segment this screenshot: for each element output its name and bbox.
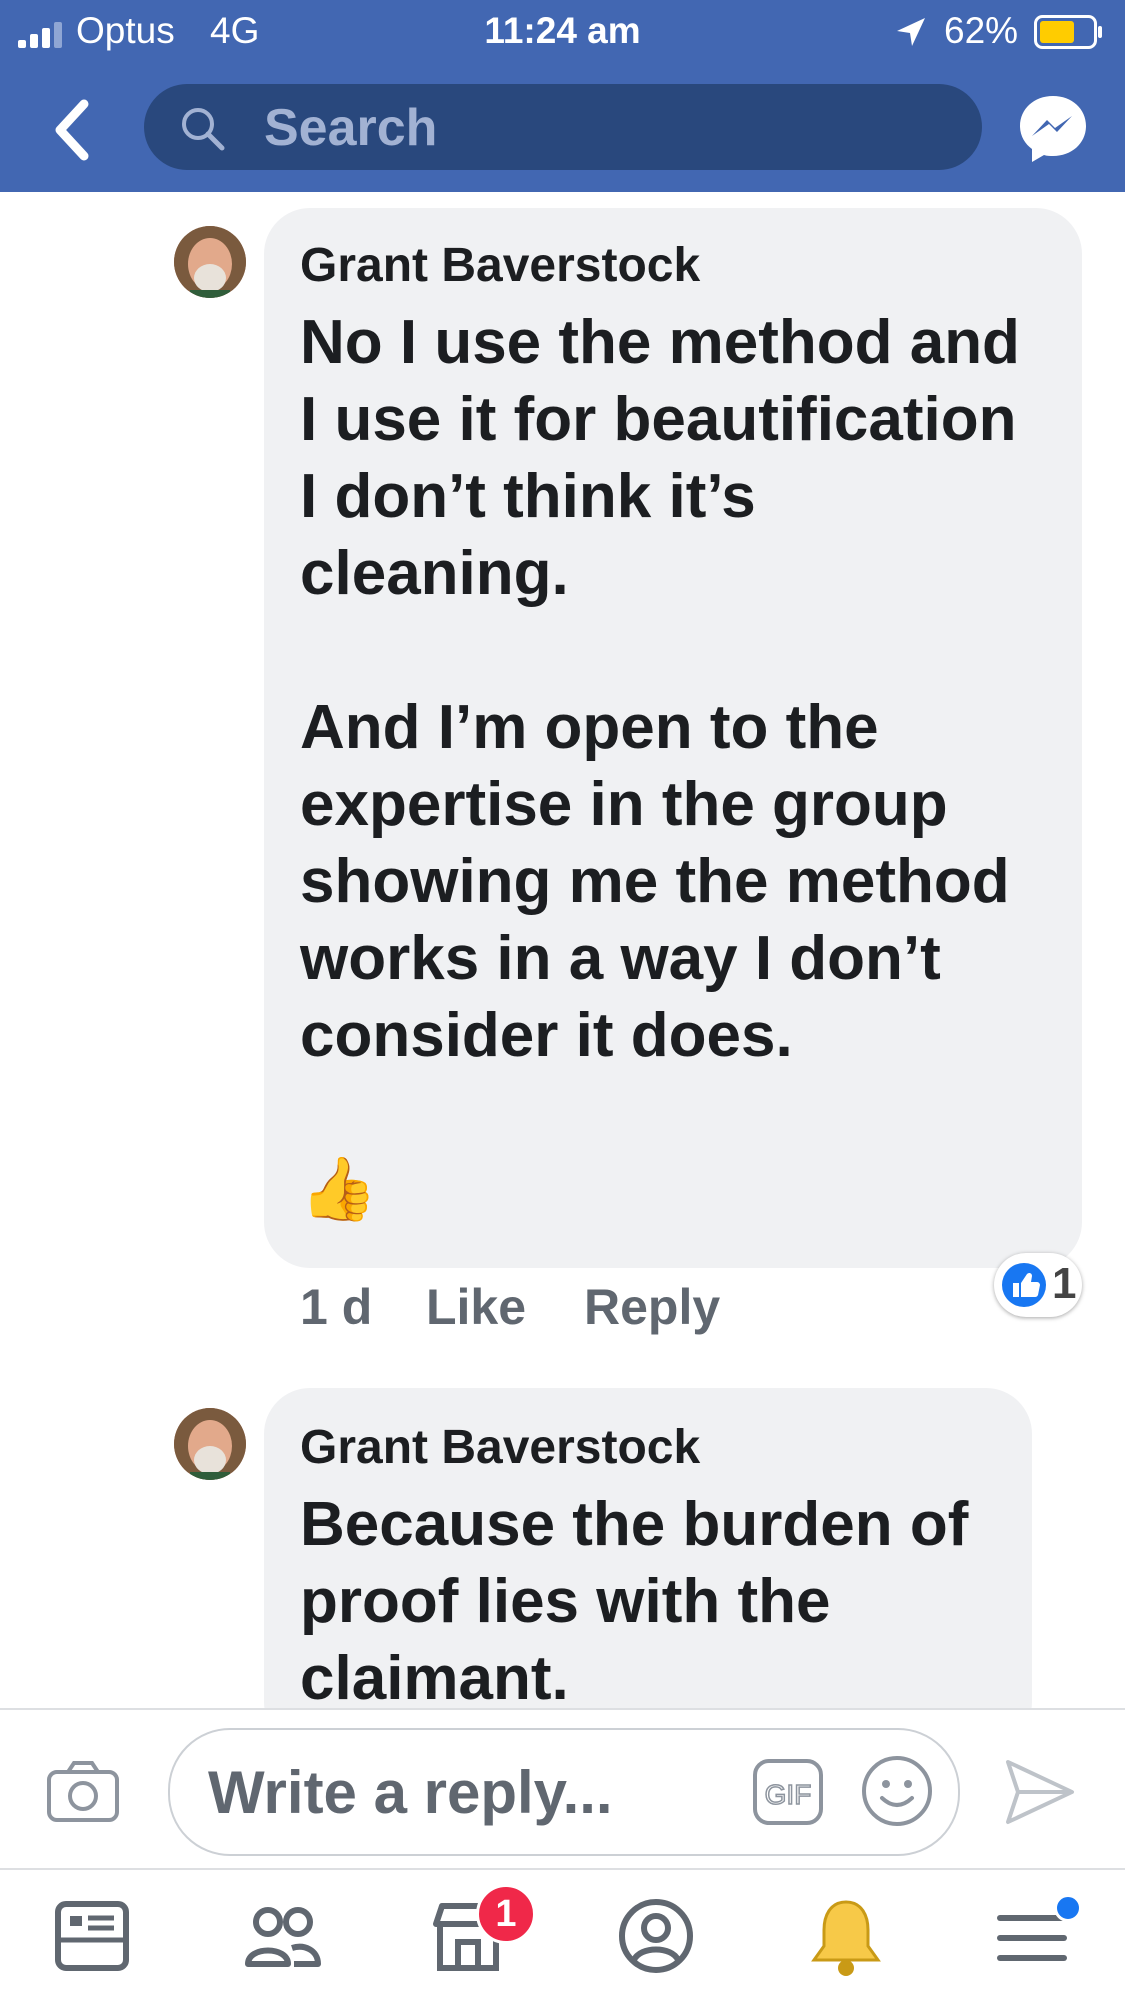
top-bar: Optus 4G 11:24 am 62% Search (0, 0, 1125, 192)
reply-composer: Write a reply... GIF (0, 1708, 1125, 1870)
messenger-icon[interactable] (1016, 92, 1090, 166)
gif-icon[interactable]: GIF (752, 1758, 824, 1826)
reply-input[interactable]: Write a reply... GIF (168, 1728, 960, 1856)
send-icon[interactable] (1004, 1758, 1076, 1826)
camera-icon[interactable] (46, 1760, 120, 1824)
location-arrow-icon (897, 18, 925, 46)
comment-author[interactable]: Grant Baverstock (300, 1420, 700, 1475)
search-icon (182, 108, 225, 151)
search-input[interactable]: Search (144, 84, 982, 170)
reply-link[interactable]: Reply (584, 1278, 720, 1336)
smiley-icon[interactable] (860, 1754, 934, 1828)
avatar-photo (174, 226, 246, 298)
avatar-photo (174, 1408, 246, 1480)
notifications-bell-icon[interactable] (798, 1888, 894, 1984)
news-feed-icon[interactable] (44, 1888, 140, 1984)
battery-icon (1034, 15, 1102, 49)
tab-bar: 1 (0, 1868, 1125, 2003)
status-bar: Optus 4G 11:24 am 62% (0, 0, 1125, 64)
back-chevron-icon[interactable] (48, 94, 96, 166)
reply-placeholder: Write a reply... (208, 1759, 613, 1826)
menu-update-dot (1054, 1894, 1082, 1922)
avatar[interactable] (174, 226, 246, 298)
comment-timestamp: 1 d (300, 1279, 373, 1335)
like-reaction-icon (1002, 1263, 1046, 1307)
comment-text: Because the burden of proof lies with th… (300, 1490, 969, 1713)
battery-percent: 62% (944, 10, 1019, 51)
nav-row: Search (0, 76, 1125, 186)
like-link[interactable]: Like (426, 1278, 526, 1336)
search-placeholder: Search (264, 99, 438, 157)
gif-label: GIF (765, 1779, 812, 1810)
comment-author[interactable]: Grant Baverstock (300, 238, 700, 293)
profile-icon[interactable] (608, 1888, 704, 1984)
notification-badge: 1 (476, 1884, 536, 1944)
reaction-number: 1 (1052, 1259, 1077, 1308)
reaction-count[interactable]: 1 (994, 1253, 1082, 1317)
avatar[interactable] (174, 1408, 246, 1480)
comment-text: No I use the method and I use it for bea… (300, 308, 1020, 1224)
groups-icon[interactable] (234, 1888, 330, 1984)
